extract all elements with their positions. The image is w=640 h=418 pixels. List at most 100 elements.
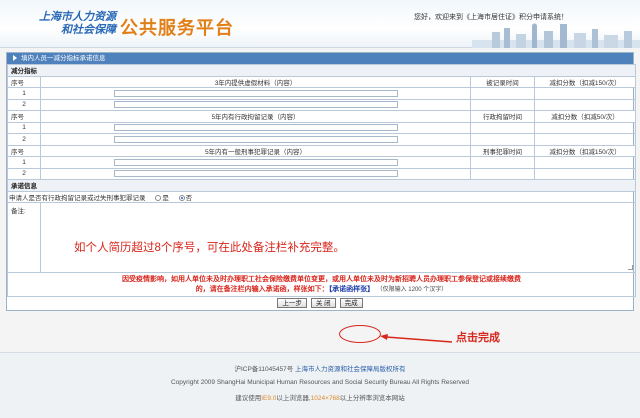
- time-cell[interactable]: [470, 98, 535, 111]
- section-deduct: 减分指标: [7, 64, 636, 77]
- score-cell[interactable]: [534, 167, 636, 180]
- table-header: 序号 5年内有行政拘留记录（内容） 行政拘留时间 减扣分数（扣减50/次）: [7, 110, 636, 123]
- col-score: 减扣分数（扣减150/次）: [534, 144, 636, 157]
- content-cell: [40, 121, 471, 134]
- table-header: 序号 3年内提供虚假材料（内容） 被记录时间 减扣分数（扣减150/次）: [7, 75, 636, 88]
- footer-copyright: Copyright 2009 ShangHai Municipal Human …: [170, 379, 470, 386]
- row-no: 1: [7, 156, 41, 169]
- col-no: 序号: [7, 75, 41, 88]
- col-time: 被记录时间: [470, 75, 535, 88]
- radio-no[interactable]: [178, 195, 185, 202]
- content-cell: [40, 87, 471, 100]
- welcome-text: 您好，欢迎来到《上海市居住证》积分申请系统！: [414, 14, 568, 21]
- col-no: 序号: [7, 144, 41, 157]
- table-row: 2: [7, 167, 636, 180]
- form-panel: 填内人员一减分指标承诺信息 减分指标 序号 3年内提供虚假材料（内容） 被记录时…: [6, 52, 636, 311]
- notice-cell: 因受疫情影响，如用人单位未及时办理职工社会保险缴费单位变更，或用人单位未及时为新…: [7, 272, 636, 297]
- score-cell[interactable]: [534, 98, 636, 111]
- table-header: 序号 5年内有一般刑事犯罪记录（内容） 刑事犯罪时间 减扣分数（扣减150/次）: [7, 144, 636, 157]
- row-no: 1: [7, 121, 41, 134]
- time-cell[interactable]: [470, 87, 535, 100]
- table-row: 2: [7, 133, 636, 146]
- time-cell[interactable]: [470, 156, 535, 169]
- table-row: 1: [7, 87, 636, 100]
- remark-label-cell: 备注:: [7, 202, 41, 273]
- platform-title: 公共服务平台: [120, 18, 234, 39]
- row-no: 2: [7, 167, 41, 180]
- logo-line-1: 上海市人力资源: [39, 10, 116, 23]
- finish-highlight-circle: [339, 325, 381, 343]
- resize-grip-icon[interactable]: [628, 265, 633, 270]
- content-cell: [40, 98, 471, 111]
- content-input[interactable]: [113, 124, 398, 132]
- button-row: 上一步 关 闭 完成: [7, 297, 633, 310]
- site-header: 上海市人力资源 和社会保障 公共服务平台 您好，欢迎来到《上海市居住证》积分申请…: [0, 0, 640, 48]
- logo-line-2: 和社会保障: [61, 23, 116, 36]
- deduction-table: 减分指标 序号 3年内提供虚假材料（内容） 被记录时间 减扣分数（扣减150/次…: [7, 64, 636, 297]
- col-content: 5年内有行政拘留记录（内容）: [40, 110, 471, 123]
- notice-line-2: 的，请在备注栏内输入承诺函，样张如下：【承诺函样张】 （仅限输入 1200 个汉…: [12, 284, 631, 295]
- radio-no-label: 否: [185, 194, 193, 202]
- col-content: 3年内提供虚假材料（内容）: [40, 75, 471, 88]
- radio-yes[interactable]: [155, 195, 162, 202]
- content-input[interactable]: [113, 101, 398, 109]
- tip-b: 以上浏览器,: [276, 395, 311, 402]
- tip-c: 以上分辨率浏览本网站: [339, 395, 405, 402]
- bureau-logo: 上海市人力资源 和社会保障: [36, 10, 116, 36]
- tip-ie: IE9.0: [261, 395, 277, 402]
- content-input[interactable]: [113, 170, 398, 178]
- col-no: 序号: [7, 110, 41, 123]
- tip-a: 建议使用: [235, 395, 262, 402]
- remark-label: 备注:: [11, 208, 26, 215]
- radio-yes-label: 是: [162, 194, 169, 202]
- score-cell[interactable]: [534, 156, 636, 169]
- score-cell[interactable]: [534, 133, 636, 146]
- table-row: 1: [7, 121, 636, 134]
- arrow-icon: [380, 334, 453, 343]
- content-cell: [40, 156, 471, 169]
- click-finish-note: 点击完成: [456, 332, 500, 344]
- question-text: 申请人是否有行政拘留记录或过失刑事犯罪记录: [9, 194, 146, 202]
- remark-row: 备注:: [7, 202, 636, 273]
- time-cell[interactable]: [470, 167, 535, 180]
- col-score: 减扣分数（扣减50/次）: [534, 110, 636, 123]
- table-row: 1: [7, 156, 636, 169]
- question-row: 申请人是否有行政拘留记录或过失刑事犯罪记录 是 否: [7, 190, 636, 203]
- content-cell: [40, 133, 471, 146]
- table-row: 2: [7, 98, 636, 111]
- col-time: 行政拘留时间: [470, 110, 535, 123]
- notice-row: 因受疫情影响，如用人单位未及时办理职工社会保险缴费单位变更，或用人单位未及时为新…: [7, 272, 636, 297]
- content-input[interactable]: [113, 135, 398, 143]
- score-cell[interactable]: [534, 121, 636, 134]
- footer-line-3: 建议使用IE9.0以上浏览器,1024×768以上分辨率浏览本网站: [0, 392, 640, 402]
- col-content: 5年内有一般刑事犯罪记录（内容）: [40, 144, 471, 157]
- close-button[interactable]: 关 闭: [310, 298, 336, 308]
- skyline-illustration: [472, 23, 640, 48]
- footer-line-1: 沪ICP备11045457号 上海市人力资源和社会保障局版权所有: [0, 363, 640, 373]
- tip-res: 1024×768: [310, 395, 340, 402]
- notice-line-1: 因受疫情影响，如用人单位未及时办理职工社会保险缴费单位变更，或用人单位未及时为新…: [122, 274, 521, 283]
- prev-button[interactable]: 上一步: [277, 298, 307, 308]
- limit-note: （仅限输入 1200 个汉字）: [376, 287, 448, 293]
- row-no: 2: [7, 133, 41, 146]
- finish-button[interactable]: 完成: [339, 298, 363, 308]
- content-input[interactable]: [113, 158, 398, 166]
- notice-line-2-text: 的，请在备注栏内输入承诺函，样张如下：: [195, 284, 329, 293]
- owner-text: 上海市人力资源和社会保障局版权所有: [295, 366, 406, 373]
- section-promise: 承诺信息: [7, 179, 636, 192]
- time-cell[interactable]: [470, 133, 535, 146]
- row-no: 1: [7, 87, 41, 100]
- sample-letter-link[interactable]: 【承诺函样张】: [329, 284, 375, 293]
- col-time: 刑事犯罪时间: [470, 144, 535, 157]
- site-footer: 沪ICP备11045457号 上海市人力资源和社会保障局版权所有 Copyrig…: [0, 352, 640, 418]
- panel-title: 填内人员一减分指标承诺信息: [21, 55, 106, 62]
- remark-textarea[interactable]: [40, 202, 636, 273]
- time-cell[interactable]: [470, 121, 535, 134]
- content-input[interactable]: [113, 89, 398, 97]
- row-no: 2: [7, 98, 41, 111]
- content-cell: [40, 167, 471, 180]
- icp-number: 沪ICP备11045457号: [234, 366, 294, 373]
- col-score: 减扣分数（扣减150/次）: [534, 75, 636, 88]
- question-cell: 申请人是否有行政拘留记录或过失刑事犯罪记录 是 否: [7, 190, 636, 203]
- score-cell[interactable]: [534, 87, 636, 100]
